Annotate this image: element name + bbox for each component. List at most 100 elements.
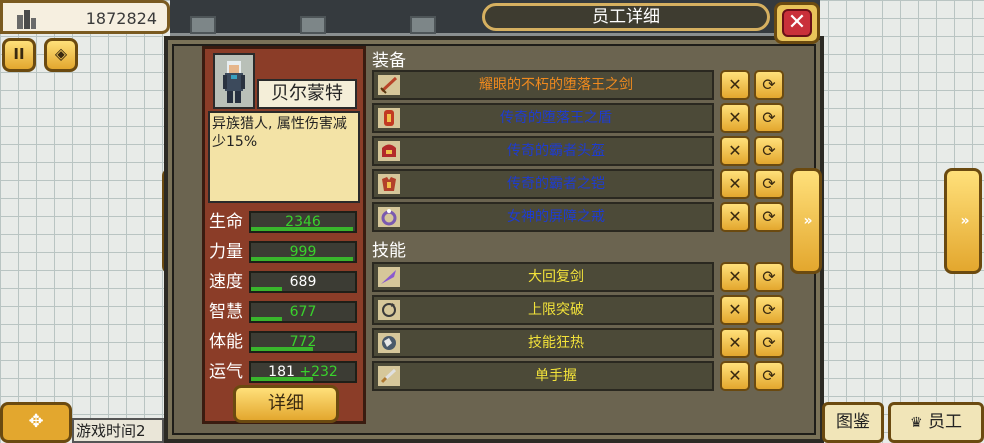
- slot-row[interactable]: 上限突破: [372, 295, 714, 325]
- stat-value-wrap: 689: [251, 273, 355, 291]
- move-button[interactable]: ✥: [0, 402, 72, 443]
- stat-label: 速度: [209, 272, 243, 292]
- shield-icon: [378, 108, 400, 128]
- detail-button[interactable]: 详细: [233, 385, 339, 423]
- refresh-icon: ⟳: [762, 366, 776, 385]
- close-icon: ✕: [728, 267, 742, 286]
- close-icon: ✕: [728, 366, 742, 385]
- swap-button[interactable]: ⟳: [754, 103, 784, 133]
- next-employee-button[interactable]: »: [790, 168, 822, 274]
- staff-button[interactable]: ♛ 员工: [888, 402, 984, 443]
- staff-label: 员工: [927, 412, 962, 432]
- remove-button[interactable]: ✕: [720, 103, 750, 133]
- game-time-label: 游戏时间2: [72, 418, 164, 443]
- swap-button[interactable]: ⟳: [754, 361, 784, 391]
- character-sprite-icon: [223, 61, 245, 103]
- money-value: 1872824: [85, 9, 157, 28]
- slot-row[interactable]: 女神的屏障之戒: [372, 202, 714, 232]
- swap-button[interactable]: ⟳: [754, 70, 784, 100]
- wall-pillar: [190, 16, 216, 34]
- close-icon: ✕: [728, 333, 742, 352]
- remove-button[interactable]: ✕: [720, 328, 750, 358]
- stat-row: 运气 181 +232: [209, 361, 359, 383]
- panel-title: 员工详细: [482, 3, 770, 31]
- feather-icon: [378, 267, 400, 287]
- refresh-icon: ⟳: [762, 108, 776, 127]
- catalog-button[interactable]: 图鉴: [822, 402, 884, 443]
- slot-name: 传奇的霸者头盔: [507, 143, 605, 159]
- double-chevron-right-icon: »: [803, 213, 812, 229]
- remove-button[interactable]: ✕: [720, 295, 750, 325]
- close-icon: ✕: [728, 300, 742, 319]
- swap-button[interactable]: ⟳: [754, 328, 784, 358]
- swap-button[interactable]: ⟳: [754, 202, 784, 232]
- stat-label: 智慧: [209, 302, 243, 322]
- equipment-heading: 装备: [372, 51, 406, 71]
- stat-row: 生命 2346: [209, 211, 359, 233]
- refresh-icon: ⟳: [762, 174, 776, 193]
- wall-pillar: [410, 16, 436, 34]
- ring-icon: [378, 207, 400, 227]
- slot-name: 大回复剑: [528, 269, 584, 285]
- close-icon: ✕: [728, 174, 742, 193]
- slot-row[interactable]: 传奇的霸者之铠: [372, 169, 714, 199]
- swap-button[interactable]: ⟳: [754, 169, 784, 199]
- close-icon: ✕: [782, 9, 812, 37]
- remove-button[interactable]: ✕: [720, 202, 750, 232]
- character-card: 贝尔蒙特 异族猎人, 属性伤害减少15% 生命 2346 力量 999 速度 689 智慧 6…: [202, 46, 366, 424]
- speed-button[interactable]: ◈: [44, 38, 78, 72]
- remove-button[interactable]: ✕: [720, 262, 750, 292]
- refresh-icon: ⟳: [762, 207, 776, 226]
- stat-value: 2346: [285, 214, 321, 230]
- catalog-label: 图鉴: [836, 412, 870, 432]
- swap-button[interactable]: ⟳: [754, 262, 784, 292]
- globe-icon: [378, 333, 400, 353]
- slot-row[interactable]: 传奇的堕落王之盾: [372, 103, 714, 133]
- stat-bar-box: 772: [249, 331, 357, 353]
- stat-label: 运气: [209, 362, 243, 382]
- stat-value: 772: [289, 334, 317, 350]
- stat-row: 体能 772: [209, 331, 359, 353]
- swap-button[interactable]: ⟳: [754, 295, 784, 325]
- slot-row[interactable]: 大回复剑: [372, 262, 714, 292]
- slot-row[interactable]: 技能狂热: [372, 328, 714, 358]
- double-chevron-right-icon: »: [960, 213, 969, 229]
- remove-button[interactable]: ✕: [720, 169, 750, 199]
- slot-row[interactable]: 耀眼的不朽的堕落王之剑: [372, 70, 714, 100]
- character-portrait: [213, 53, 255, 109]
- stat-bar-box: 689: [249, 271, 357, 293]
- slot-name: 单手握: [535, 368, 577, 384]
- stat-value-wrap: 999: [251, 243, 355, 261]
- stat-row: 力量 999: [209, 241, 359, 263]
- slot-name: 技能狂热: [528, 335, 584, 351]
- slot-name: 传奇的霸者之铠: [507, 176, 605, 192]
- skills-heading: 技能: [372, 241, 406, 261]
- close-icon: ✕: [728, 207, 742, 226]
- refresh-icon: ⟳: [762, 75, 776, 94]
- crown-icon: ♛: [910, 415, 923, 431]
- refresh-icon: ⟳: [762, 300, 776, 319]
- armor-icon: [378, 174, 400, 194]
- stat-value-wrap: 181 +232: [251, 363, 355, 381]
- remove-button[interactable]: ✕: [720, 136, 750, 166]
- pause-icon: II: [13, 45, 25, 63]
- character-name: 贝尔蒙特: [257, 79, 357, 109]
- slot-row[interactable]: 单手握: [372, 361, 714, 391]
- stat-row: 智慧 677: [209, 301, 359, 323]
- close-button[interactable]: ✕: [774, 2, 820, 44]
- stat-value: 677: [289, 304, 317, 320]
- building-icon: [17, 10, 36, 29]
- slot-name: 传奇的堕落王之盾: [500, 110, 612, 126]
- slot-row[interactable]: 传奇的霸者头盔: [372, 136, 714, 166]
- stat-bonus: +232: [299, 364, 338, 380]
- swap-button[interactable]: ⟳: [754, 136, 784, 166]
- pause-button[interactable]: II: [2, 38, 36, 72]
- money-counter: 1872824: [0, 0, 170, 34]
- stat-value-wrap: 2346: [251, 213, 355, 231]
- remove-button[interactable]: ✕: [720, 361, 750, 391]
- blade-icon: [378, 366, 400, 386]
- next-page-button[interactable]: »: [944, 168, 982, 274]
- refresh-icon: ⟳: [762, 333, 776, 352]
- dpad-icon: ✥: [28, 411, 44, 432]
- remove-button[interactable]: ✕: [720, 70, 750, 100]
